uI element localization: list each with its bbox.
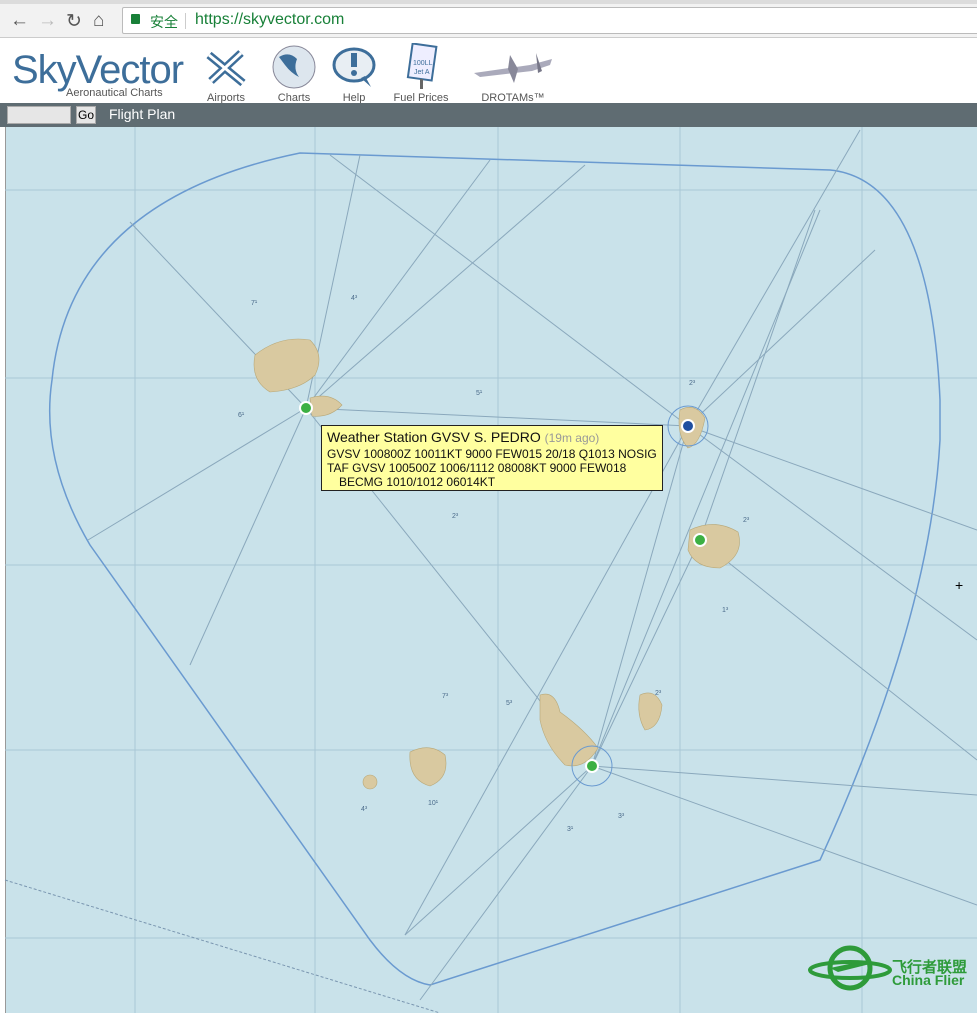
station-green-2 [693, 533, 707, 547]
airport-icon [206, 50, 246, 87]
logo-subtitle: Aeronautical Charts [66, 87, 163, 99]
go-button[interactable]: Go [76, 106, 96, 124]
svg-text:Jet A: Jet A [414, 69, 430, 76]
mef-label: 2³ [452, 513, 459, 520]
nav-drotams[interactable]: DROTAMs™ [470, 43, 556, 104]
svg-text:100LL: 100LL [413, 60, 433, 67]
nav-charts[interactable]: Charts [268, 43, 320, 104]
lock-icon [131, 14, 140, 24]
mef-label: 7¹ [251, 300, 258, 307]
nav-help[interactable]: Help [328, 43, 380, 104]
mef-label: 6¹ [238, 412, 245, 419]
mef-label: 5³ [506, 700, 513, 707]
china-flier-watermark: 飞行者联盟 China Flier [808, 940, 977, 1000]
mef-label: 10¹ [428, 800, 439, 807]
watermark-en: China Flier [892, 972, 965, 988]
taf-text: TAF GVSV 100500Z 1006/1112 08008KT 9000 … [327, 461, 627, 475]
fuel-sign-icon: 100LL Jet A [406, 42, 438, 89]
crosshair-cursor: + [955, 577, 964, 593]
reload-icon[interactable]: ↻ [66, 10, 82, 33]
mef-label: 5¹ [476, 390, 483, 397]
secure-label: 安全 [150, 14, 178, 30]
mef-label: 2³ [743, 517, 750, 524]
mef-label: 2³ [655, 690, 662, 697]
skyvector-logo[interactable]: SkyVector [12, 50, 184, 90]
home-icon[interactable]: ⌂ [93, 10, 104, 32]
nav-fuel-prices[interactable]: 100LL Jet A Fuel Prices [390, 42, 452, 104]
flight-plan-toolbar: Go Flight Plan [0, 103, 977, 127]
mef-label: 4³ [351, 295, 358, 302]
flight-plan-button[interactable]: Flight Plan [109, 106, 175, 122]
islands [253, 338, 740, 790]
station-blue [681, 419, 695, 433]
divider [185, 13, 186, 29]
china-flier-logo-icon [808, 945, 892, 991]
site-header: SkyVector Aeronautical Charts Airports C… [0, 39, 977, 104]
mef-label: 7³ [442, 693, 449, 700]
browser-toolbar: ← → ↻ ⌂ 安全 https://skyvector.com [0, 4, 977, 38]
metar-text: GVSV 100800Z 10011KT 9000 FEW015 20/18 Q… [327, 447, 657, 461]
mef-label: 2³ [689, 380, 696, 387]
mef-label: 1³ [722, 607, 729, 614]
help-bubble-icon [332, 47, 376, 87]
tooltip-age: (19m ago) [544, 431, 600, 445]
tooltip-title: Weather Station GVSV S. PEDRO [327, 429, 541, 445]
back-icon[interactable]: ← [10, 10, 29, 32]
waypoint-input[interactable] [7, 106, 71, 124]
globe-icon [272, 45, 316, 89]
mef-label: 3¹ [567, 826, 574, 833]
weather-station-tooltip: Weather Station GVSV S. PEDRO (19m ago) … [321, 425, 663, 491]
station-gvsv [299, 401, 313, 415]
taf-becmg-text: BECMG 1010/1012 06014KT [339, 475, 496, 489]
drone-icon [474, 53, 552, 83]
url-text[interactable]: https://skyvector.com [195, 11, 344, 29]
forward-icon[interactable]: → [38, 10, 57, 32]
station-green-3 [585, 759, 599, 773]
map-overlay [4, 127, 977, 1013]
address-bar[interactable]: 安全 https://skyvector.com [122, 7, 977, 34]
nav-airports[interactable]: Airports [200, 43, 252, 104]
mef-label: 3³ [618, 813, 625, 820]
mef-label: 4³ [361, 806, 368, 813]
lat-lon-grid [5, 127, 977, 1013]
